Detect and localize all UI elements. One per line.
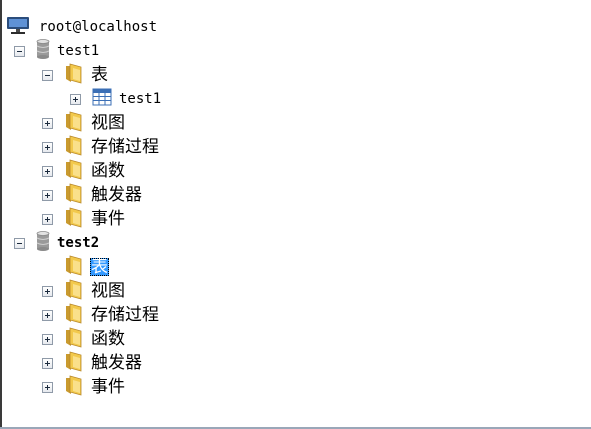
tree-node-events-folder[interactable]: 事件 [42,374,126,400]
folder-label: 函数 [91,329,125,349]
tree-node-functions-folder[interactable]: 函数 [42,158,126,184]
folder-icon [64,302,84,328]
folder-icon [64,278,84,304]
expand-toggle[interactable] [42,285,53,297]
expand-toggle[interactable] [42,357,53,369]
folder-icon [64,206,84,232]
tree-node-triggers-folder[interactable]: 触发器 [42,350,143,376]
tree-node-database-test1[interactable]: test1 [14,39,100,63]
folder-label: 存储过程 [91,305,159,325]
folder-label: 表 [91,65,108,85]
collapse-toggle[interactable] [42,69,53,81]
folder-icon [64,326,84,352]
folder-icon [64,62,84,88]
folder-icon [64,182,84,208]
folder-label: 函数 [91,161,125,181]
tree-node-triggers-folder[interactable]: 触发器 [42,182,143,208]
expand-toggle[interactable] [42,117,53,129]
expand-toggle[interactable] [42,309,53,321]
database-icon [36,231,50,255]
tree-node-procedures-folder[interactable]: 存储过程 [42,302,160,328]
expand-toggle[interactable] [42,381,53,393]
folder-label: 事件 [91,377,125,397]
tree-node-tables-folder[interactable]: 表 [42,254,109,280]
folder-label: 视图 [91,281,125,301]
folder-icon [64,254,84,280]
panel-left-border [0,0,2,429]
expand-toggle[interactable] [42,333,53,345]
expand-toggle[interactable] [42,141,53,153]
connection-label: root@localhost [39,19,158,35]
tree-node-table-test1[interactable]: test1 [70,88,162,110]
expand-toggle[interactable] [42,189,53,201]
tree-node-procedures-folder[interactable]: 存储过程 [42,134,160,160]
folder-icon [64,134,84,160]
expand-toggle[interactable] [70,93,81,105]
collapse-toggle[interactable] [14,237,25,249]
tree-node-connection[interactable]: root@localhost [6,16,158,38]
folder-icon [64,350,84,376]
computer-icon [6,14,32,40]
database-label: test1 [57,43,100,59]
folder-icon [64,110,84,136]
database-label: test2 [57,235,100,251]
tree-node-views-folder[interactable]: 视图 [42,110,126,136]
expand-toggle[interactable] [42,165,53,177]
tree-node-events-folder[interactable]: 事件 [42,206,126,232]
table-label: test1 [119,91,162,107]
folder-label: 事件 [91,209,125,229]
tree-node-database-test2[interactable]: test2 [14,231,100,255]
folder-label: 视图 [91,113,125,133]
folder-label: 触发器 [91,185,142,205]
folder-label: 存储过程 [91,137,159,157]
expand-toggle[interactable] [42,213,53,225]
database-icon [36,39,50,63]
tree-node-functions-folder[interactable]: 函数 [42,326,126,352]
folder-icon [64,158,84,184]
folder-icon [64,374,84,400]
table-icon [92,88,112,110]
tree-node-views-folder[interactable]: 视图 [42,278,126,304]
folder-label: 触发器 [91,353,142,373]
tree-node-tables-folder[interactable]: 表 [42,62,109,88]
folder-label-selected: 表 [90,257,109,277]
collapse-toggle[interactable] [14,45,25,57]
